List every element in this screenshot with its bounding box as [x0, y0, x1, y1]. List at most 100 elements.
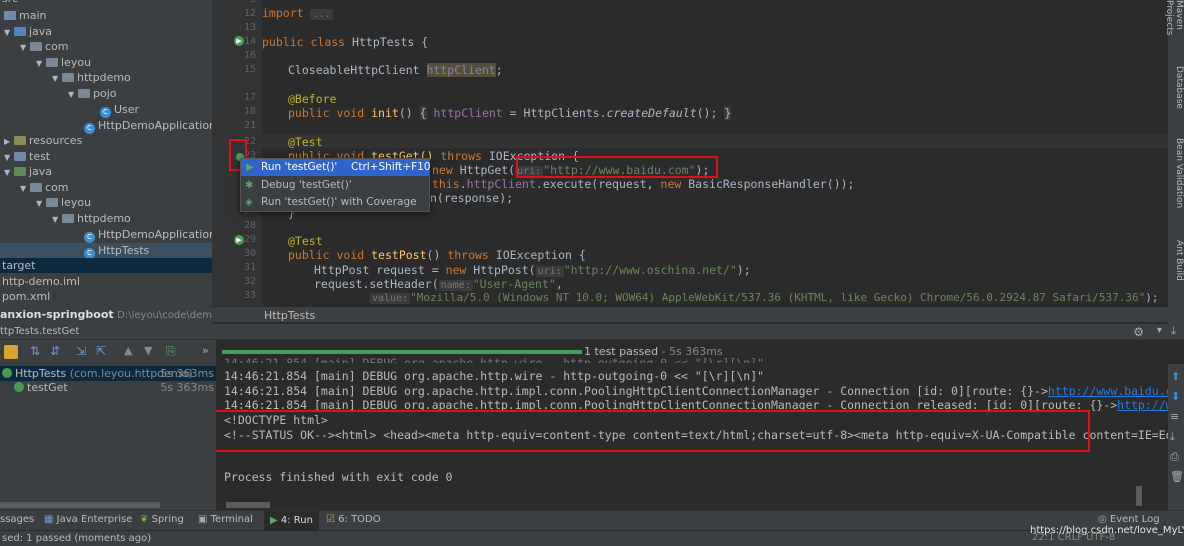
down-arrow-icon[interactable]: ⬇ [1171, 390, 1180, 403]
console-output[interactable]: 1 test passed - 5s 363ms 14:46:21.854 [m… [216, 340, 1168, 510]
run-method-icon[interactable]: ▶ [234, 235, 244, 245]
tab-bean-validation[interactable]: Bean Validation [1168, 138, 1184, 224]
run-icon: ▶ [246, 162, 254, 173]
code-editor[interactable]: import ... public class HttpTests { Clos… [262, 0, 1168, 306]
tree-item-httptests[interactable]: C HttpTests [0, 243, 212, 259]
chevron-down-icon[interactable]: ▾ [1157, 325, 1162, 336]
tree-item-httpdemoapplication[interactable]: C HttpDemoApplication [84, 118, 212, 134]
expand-all-icon[interactable]: ⇲ [76, 344, 86, 358]
tree-item-test[interactable]: ▼ test [4, 149, 50, 164]
code-line-init: public void init() { httpClient = HttpCl… [288, 106, 732, 120]
run-icon: ▶ [270, 515, 278, 526]
tab-run[interactable]: ▶ 4: Run [264, 511, 319, 530]
vertical-scrollbar[interactable] [1136, 486, 1142, 506]
code-line-useragent: value: "Mozilla/5.0 (Windows NT 10.0; WOW… [370, 291, 1159, 304]
tree-item-leyou-test[interactable]: ▼ leyou [36, 195, 91, 210]
code-line-setheader: request.setHeader(name: "User-Agent", [314, 277, 563, 291]
project-root-row[interactable]: anxion-springboot D:\leyou\code\demo\yu [0, 306, 212, 324]
code-line-before: @Before [288, 92, 337, 106]
previous-test-icon[interactable]: ▲ [124, 344, 132, 357]
tab-todo[interactable]: ☑ 6: TODO [326, 514, 381, 525]
tab-database[interactable]: Database [1168, 66, 1184, 124]
code-line-field: CloseableHttpClient httpClient; [288, 63, 503, 77]
tree-item-src[interactable]: src [2, 0, 18, 6]
package-icon [62, 73, 74, 82]
tree-item-httpdemo-test[interactable]: ▼ httpdemo [52, 211, 131, 226]
chevron-down-icon: ▼ [36, 199, 43, 208]
more-icon[interactable]: » [202, 344, 209, 357]
tree-item-pom[interactable]: pom.xml [2, 289, 50, 304]
caret-row [262, 134, 1168, 148]
highlight-baidu-url [516, 156, 718, 178]
passed-icon [2, 368, 12, 378]
tab-spring[interactable]: ❦ Spring [140, 514, 184, 525]
tree-item-target[interactable]: target [0, 258, 212, 273]
run-class-icon[interactable]: ▶ [234, 36, 244, 46]
chevron-down-icon: ▼ [52, 74, 59, 83]
scroll-end-icon[interactable]: ⤓ [1170, 430, 1175, 444]
test-progress-bar [222, 350, 582, 354]
chevron-down-icon: ▼ [52, 215, 59, 224]
gear-icon[interactable]: ⚙ [1133, 325, 1144, 339]
passed-icon [14, 382, 24, 392]
project-tree: src main ▼java ▼com ▼leyou ▼httpdemo ▼po… [0, 0, 212, 306]
tree-item-httpdemoapplicationtests[interactable]: C HttpDemoApplicationT [84, 227, 212, 243]
horizontal-scrollbar[interactable] [0, 502, 160, 508]
tree-item-iml[interactable]: http-demo.iml [2, 274, 80, 289]
tree-item-java-main[interactable]: ▼ java [4, 24, 52, 39]
code-line-test-annotation-2: @Test [288, 234, 323, 248]
rerun-icon[interactable] [4, 345, 18, 359]
class-icon: C [100, 107, 111, 118]
tab-event-log[interactable]: ◎ Event Log [1098, 514, 1160, 525]
bottom-tool-bar: ssages ▦ Java Enterprise ❦ Spring ▣ Term… [0, 510, 1184, 530]
run-context-menu: ▶ Run 'testGet()' Ctrl+Shift+F10 ✱ Debug 't… [240, 158, 431, 212]
chevron-down-icon: ▼ [36, 59, 43, 68]
next-test-icon[interactable]: ▼ [144, 344, 152, 357]
tree-item-com-test[interactable]: ▼ com [20, 180, 69, 195]
test-suite-row[interactable]: HttpTests (com.leyou.httpdemo) 5s 363ms [0, 366, 216, 381]
chevron-down-icon: ▼ [4, 28, 11, 37]
run-config-title: ttpTests.testGet [0, 326, 80, 337]
code-line-testpost: public void testPost() throws IOExceptio… [288, 248, 586, 262]
highlight-html-output [216, 410, 1090, 452]
editor-tab-httptests[interactable]: HttpTests [264, 309, 315, 322]
code-line-test-annotation: @Test [288, 135, 323, 149]
collapse-all-icon[interactable]: ⇱ [96, 344, 106, 358]
sort-duration-icon[interactable]: ⇵ [50, 344, 60, 358]
package-icon [46, 58, 58, 67]
soft-wrap-icon[interactable]: ≡ [1170, 410, 1179, 423]
tab-messages[interactable]: ssages [0, 514, 34, 525]
export-icon[interactable]: ⎘ [166, 344, 176, 359]
class-icon: C [84, 232, 95, 243]
tree-item-main[interactable]: main [4, 8, 46, 23]
trash-icon[interactable]: 🗑 [1170, 470, 1184, 483]
hide-panel-icon[interactable]: ⤓ [1171, 324, 1176, 338]
tab-maven-projects[interactable]: Maven Projects [1164, 0, 1184, 56]
tab-terminal[interactable]: ▣ Terminal [198, 514, 253, 525]
package-icon [30, 183, 42, 192]
code-line-httppost: HttpPost request = new HttpPost(uri: "htt… [314, 263, 751, 277]
tree-item-java-test[interactable]: ▼ java [4, 164, 212, 179]
tree-item-leyou[interactable]: ▼ leyou [36, 55, 91, 70]
run-panel-header: ttpTests.testGet ⚙ ▾ ⤓ [0, 324, 1184, 340]
folder-icon [14, 27, 26, 36]
folder-icon [4, 11, 16, 20]
menu-item-debug[interactable]: ✱ Debug 'testGet()' [241, 177, 429, 194]
console-h-scrollbar[interactable] [226, 502, 270, 508]
print-icon[interactable]: ⎙ [1170, 450, 1179, 464]
todo-icon: ☑ [326, 514, 335, 525]
up-arrow-icon[interactable]: ⬆ [1171, 370, 1180, 383]
test-case-row[interactable]: testGet 5s 363ms [0, 380, 216, 395]
tree-item-pojo[interactable]: ▼ pojo [68, 86, 117, 101]
tree-item-resources[interactable]: ▶ resources [4, 133, 82, 148]
package-icon [62, 214, 74, 223]
tree-item-user[interactable]: C User [100, 102, 139, 118]
spring-leaf-icon: ❦ [140, 514, 149, 525]
tree-item-com[interactable]: ▼ com [20, 39, 69, 54]
menu-item-coverage[interactable]: ◈ Run 'testGet()' with Coverage [241, 194, 429, 211]
sort-alpha-icon[interactable]: ⇅ [30, 344, 40, 358]
tab-ant-build[interactable]: Ant Build [1168, 240, 1184, 298]
tree-item-httpdemo[interactable]: ▼ httpdemo [52, 70, 131, 85]
tab-java-enterprise[interactable]: ▦ Java Enterprise [44, 514, 132, 525]
menu-item-run[interactable]: ▶ Run 'testGet()' Ctrl+Shift+F10 [241, 159, 431, 176]
